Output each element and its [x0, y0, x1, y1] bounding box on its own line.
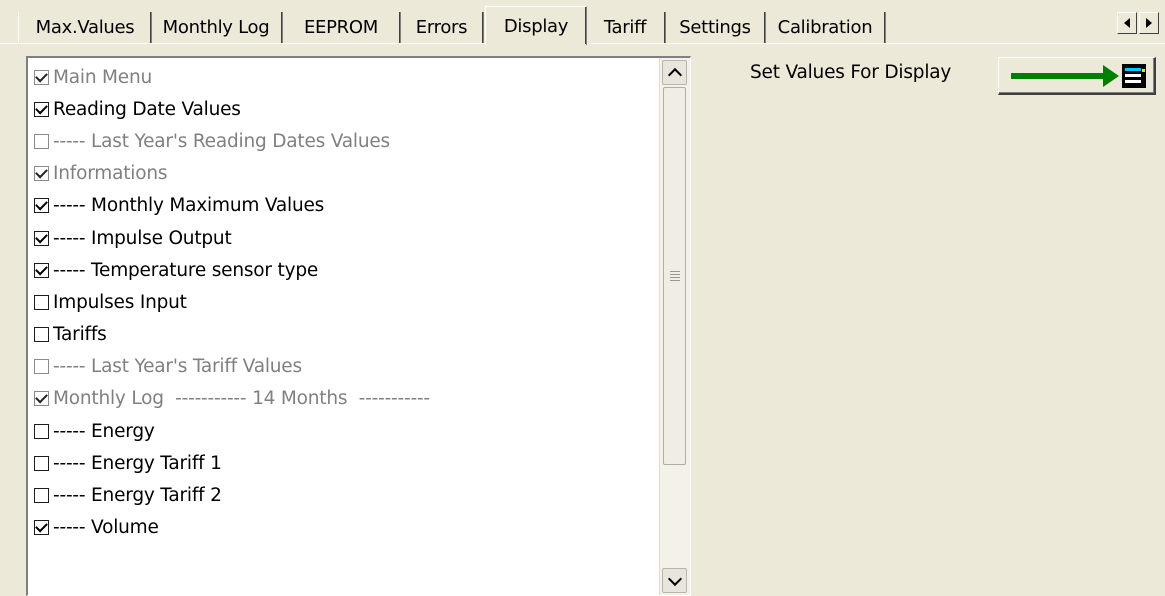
checkbox-unchecked[interactable]	[34, 327, 49, 343]
checkmark-icon	[35, 262, 48, 276]
checklist-items: Main Menu Reading Date Values ----- Last Y…	[34, 61, 654, 544]
checkbox-checked[interactable]	[34, 519, 49, 536]
checkmark-icon	[35, 69, 48, 83]
send-to-display-icon	[1011, 64, 1146, 88]
tab-strip: Max.Values Monthly Log EEPROM Errors Display…	[0, 0, 1165, 46]
checkbox-unchecked[interactable]	[34, 423, 49, 439]
checklist-item-label: ----- Last Year's Reading Dates Values	[53, 130, 390, 152]
checklist-item[interactable]: ----- Last Year's Tariff Values	[34, 351, 654, 383]
checkbox-unchecked[interactable]	[34, 455, 49, 471]
checklist-item[interactable]: Impulses Input	[34, 286, 654, 318]
checklist-item[interactable]: Reading Date Values	[34, 93, 654, 125]
checklist-item-label: ----- Temperature sensor type	[53, 259, 319, 281]
tab-max-values[interactable]: Max.Values	[18, 12, 152, 43]
arrow-right-icon	[1146, 18, 1152, 28]
checkmark-icon	[35, 519, 48, 533]
checklist-item[interactable]: ----- Energy	[34, 415, 654, 447]
checkbox-checked[interactable]	[34, 165, 49, 182]
checklist-item-label: Main Menu	[53, 66, 153, 88]
display-items-checklist[interactable]: Main Menu Reading Date Values ----- Last Y…	[26, 56, 691, 596]
checklist-item[interactable]: ----- Temperature sensor type	[34, 254, 654, 286]
checklist-item[interactable]: Main Menu	[34, 61, 654, 93]
display-tab-panel: Main Menu Reading Date Values ----- Last Y…	[0, 44, 1165, 596]
tab-eeprom[interactable]: EEPROM	[282, 12, 401, 43]
checklist-item[interactable]: ----- Volume	[34, 512, 654, 544]
tab-display[interactable]: Display	[485, 6, 587, 46]
checkbox-unchecked[interactable]	[34, 488, 49, 504]
arrow-left-icon	[1124, 18, 1130, 28]
checkbox-checked[interactable]	[34, 198, 49, 214]
checklist-item[interactable]: ----- Last Year's Reading Dates Values	[34, 125, 654, 157]
checkmark-icon	[35, 101, 48, 115]
tab-calibration[interactable]: Calibration	[765, 12, 886, 43]
checklist-item[interactable]: ----- Monthly Maximum Values	[34, 190, 654, 222]
tab-tariff[interactable]: Tariff	[585, 12, 666, 43]
checkbox-checked[interactable]	[34, 230, 49, 246]
checklist-item-label: ----- Energy	[53, 420, 155, 442]
checkmark-icon	[35, 198, 48, 211]
tab-errors[interactable]: Errors	[400, 12, 484, 43]
tab-monthly-log[interactable]: Monthly Log	[150, 12, 283, 43]
checklist-item[interactable]: Tariffs	[34, 319, 654, 351]
grip-icon	[669, 271, 680, 281]
checklist-item-label: ----- Monthly Maximum Values	[53, 195, 325, 217]
checkbox-checked[interactable]	[34, 391, 49, 407]
checklist-item[interactable]: ----- Impulse Output	[34, 222, 654, 254]
checklist-item-label: Reading Date Values	[53, 98, 241, 120]
checklist-item-label: Informations	[53, 163, 168, 185]
checkmark-icon	[35, 391, 48, 404]
scroll-up-button[interactable]	[662, 60, 687, 85]
checkbox-checked[interactable]	[34, 262, 49, 278]
checkbox-unchecked[interactable]	[34, 294, 49, 310]
checkmark-icon	[35, 230, 48, 243]
checklist-item[interactable]: Monthly Log ----------- 14 Months ------…	[34, 383, 654, 415]
checklist-item[interactable]: Informations	[34, 158, 654, 190]
checklist-item-label: Tariffs	[53, 324, 107, 346]
checkbox-checked[interactable]	[34, 69, 49, 85]
checklist-item-label: ----- Last Year's Tariff Values	[53, 356, 302, 378]
scroll-down-button[interactable]	[662, 568, 687, 593]
tab-scroll-buttons	[1117, 12, 1159, 34]
checkbox-checked[interactable]	[34, 101, 49, 117]
checklist-item[interactable]: ----- Energy Tariff 2	[34, 479, 654, 511]
tab-settings[interactable]: Settings	[665, 12, 766, 43]
checkbox-unchecked[interactable]	[34, 133, 49, 149]
tab-scroll-right-button[interactable]	[1139, 12, 1159, 34]
checklist-item-label: ----- Energy Tariff 2	[53, 485, 222, 507]
checklist-item-label: Impulses Input	[53, 291, 187, 313]
chevron-down-icon	[667, 571, 682, 586]
chevron-up-icon	[667, 67, 682, 82]
set-values-label: Set Values For Display	[750, 62, 952, 83]
tab-scroll-left-button[interactable]	[1117, 12, 1137, 34]
checklist-item-label: Monthly Log ----------- 14 Months ------…	[53, 388, 430, 410]
vertical-scrollbar[interactable]	[659, 58, 690, 595]
scroll-thumb[interactable]	[663, 87, 686, 465]
checklist-item-label: ----- Volume	[53, 517, 159, 539]
checklist-item[interactable]: ----- Energy Tariff 1	[34, 447, 654, 479]
set-values-button[interactable]	[998, 57, 1156, 95]
checkmark-icon	[35, 165, 48, 179]
checklist-item-label: ----- Energy Tariff 1	[53, 452, 222, 474]
checkbox-unchecked[interactable]	[34, 359, 49, 375]
checklist-item-label: ----- Impulse Output	[53, 227, 232, 249]
